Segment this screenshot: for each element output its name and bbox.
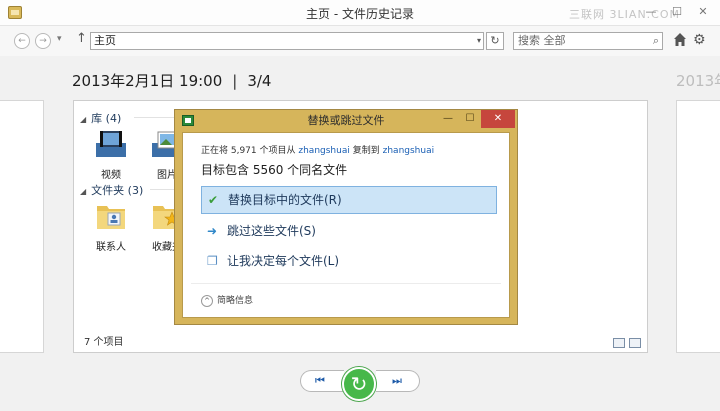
copy-prefix: 正在将 5,971 个项目从 [201, 146, 296, 156]
search-icon[interactable]: ⌕ [653, 33, 659, 49]
navigation-bar: ← → ▾ ↑ 主页 ▾ ↻ 搜索 全部 ⌕ ⚙ [0, 26, 720, 56]
item-count-status: 7 个项目 [84, 337, 124, 348]
group-divider [134, 117, 174, 118]
back-button[interactable]: ← [14, 33, 30, 49]
dialog-minimize-button[interactable]: — [437, 110, 459, 128]
copy-mid: 复制到 [352, 146, 380, 156]
home-icon[interactable] [673, 32, 687, 48]
details-view-icon[interactable] [613, 338, 625, 348]
option-label: 跳过这些文件(S) [227, 224, 316, 238]
search-placeholder: 搜索 全部 [518, 34, 566, 47]
less-details-toggle[interactable]: ^ 简略信息 [201, 293, 253, 307]
folder-item-label: 联系人 [96, 242, 126, 253]
dialog-close-button[interactable]: ✕ [481, 110, 515, 128]
checkmark-icon: ✔ [208, 193, 219, 207]
group-divider [150, 189, 174, 190]
minimize-button[interactable]: — [640, 4, 662, 20]
large-icons-view-icon[interactable] [629, 338, 641, 348]
skip-files-option[interactable]: ➜ 跳过这些文件(S) [201, 217, 497, 245]
dialog-maximize-button[interactable]: ☐ [459, 110, 481, 128]
snapshot-date-header: 2013年2月1日 19:00 | 3/4 [72, 70, 271, 91]
video-library-icon [96, 131, 126, 157]
refresh-button[interactable]: ↻ [486, 32, 504, 50]
folders-group-label: 文件夹 (3) [91, 184, 144, 197]
next-version-button[interactable]: ⏭ [376, 370, 420, 392]
next-snapshot-date: 2013年 [676, 72, 720, 90]
library-item-video[interactable]: 视频 [86, 129, 136, 181]
conflict-count-text: 目标包含 5560 个同名文件 [201, 163, 348, 177]
contacts-folder-icon [97, 206, 125, 229]
copy-progress-text: 正在将 5,971 个项目从 zhangshuai 复制到 zhangshuai [201, 143, 434, 156]
replace-or-skip-dialog: 替换或跳过文件 — ☐ ✕ 正在将 5,971 个项目从 zhangshuai … [174, 109, 518, 325]
libraries-group-label: 库 (4) [91, 112, 122, 125]
address-bar[interactable]: 主页 ▾ [90, 32, 484, 50]
compare-files-icon: ❐ [207, 254, 218, 268]
playback-controls: ⏮ ⏭ ↻ [300, 367, 420, 401]
dialog-window-controls: — ☐ ✕ [437, 110, 515, 128]
close-button[interactable]: ✕ [692, 4, 714, 20]
window-titlebar: 主页 - 文件历史记录 三联网 3LIAN.COM — ☐ ✕ [0, 0, 720, 26]
dialog-divider [191, 283, 501, 284]
header-separator: | [232, 72, 238, 90]
previous-version-button[interactable]: ⏮ [300, 370, 344, 392]
destination-link[interactable]: zhangshuai [383, 146, 434, 156]
up-button[interactable]: ↑ [76, 31, 87, 46]
folders-group-header[interactable]: ◢ 文件夹 (3) [80, 182, 143, 198]
library-item-label: 视频 [101, 170, 121, 181]
next-snapshot-preview[interactable] [676, 100, 720, 353]
less-details-label: 简略信息 [217, 296, 254, 306]
restore-button[interactable]: ↻ [342, 367, 376, 401]
forward-button[interactable]: → [35, 33, 51, 49]
chevron-up-icon: ^ [201, 294, 213, 307]
window-controls: — ☐ ✕ [640, 4, 714, 20]
snapshot-date: 2013年2月1日 19:00 [72, 72, 223, 90]
previous-snapshot-preview[interactable] [0, 100, 44, 353]
replace-files-option[interactable]: ✔ 替换目标中的文件(R) [201, 186, 497, 214]
address-text: 主页 [94, 34, 116, 47]
chevron-down-icon: ◢ [80, 115, 87, 124]
address-dropdown-icon[interactable]: ▾ [477, 33, 481, 49]
option-label: 替换目标中的文件(R) [228, 193, 342, 207]
snapshot-position: 3/4 [247, 72, 272, 90]
gear-icon[interactable]: ⚙ [693, 32, 706, 48]
dialog-body: 正在将 5,971 个项目从 zhangshuai 复制到 zhangshuai… [182, 132, 510, 318]
chevron-down-icon: ◢ [80, 187, 87, 196]
skip-arrow-icon: ➜ [207, 224, 218, 238]
source-link[interactable]: zhangshuai [298, 146, 349, 156]
decide-each-file-option[interactable]: ❐ 让我决定每个文件(L) [201, 247, 497, 275]
recent-locations-dropdown[interactable]: ▾ [57, 34, 62, 44]
maximize-button[interactable]: ☐ [666, 4, 688, 20]
option-label: 让我决定每个文件(L) [227, 254, 340, 268]
libraries-group-header[interactable]: ◢ 库 (4) [80, 110, 121, 126]
search-input[interactable]: 搜索 全部 ⌕ [513, 32, 663, 50]
folder-item-contacts[interactable]: 联系人 [86, 201, 136, 253]
